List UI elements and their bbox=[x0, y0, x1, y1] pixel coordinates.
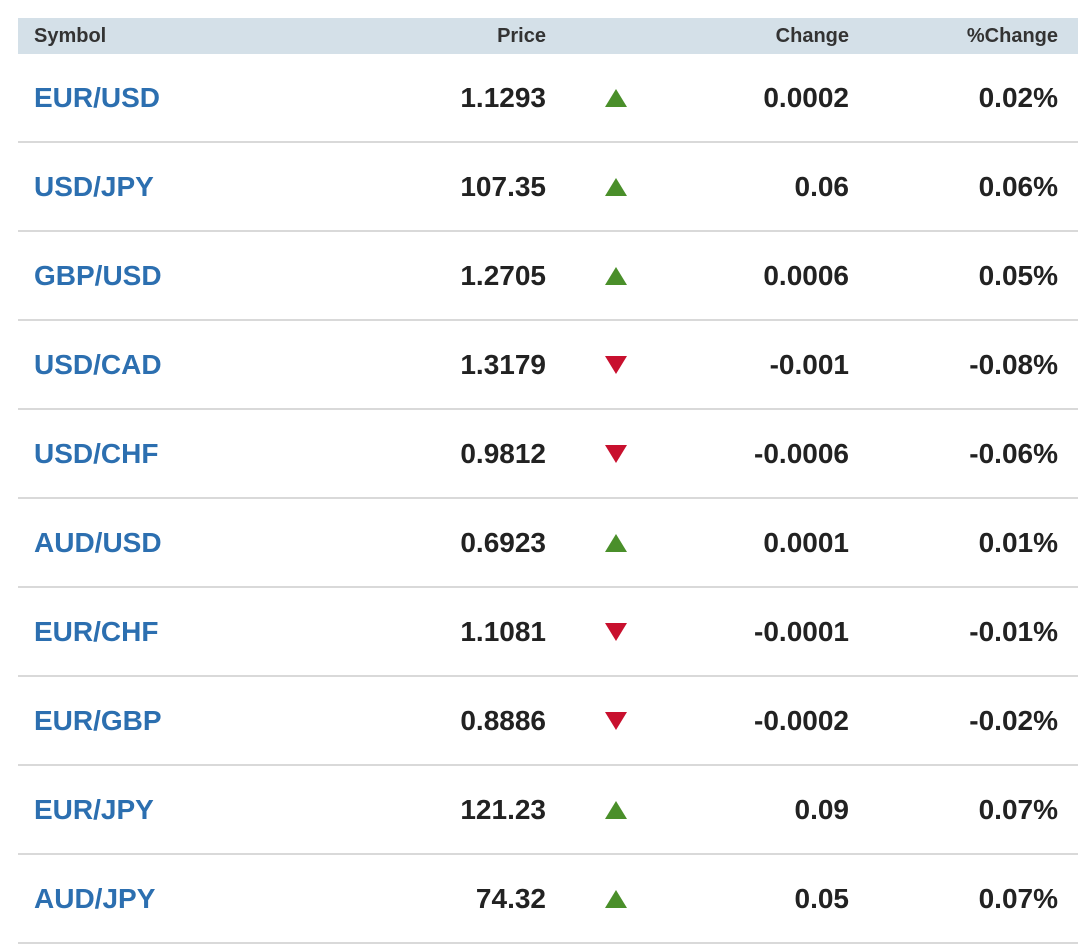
direction-cell bbox=[546, 705, 686, 737]
table-row: USD/JPY 107.35 0.06 0.06% bbox=[18, 143, 1078, 232]
pct-change-value: -0.02% bbox=[969, 704, 1058, 736]
pct-change-value: 0.01% bbox=[978, 526, 1058, 558]
direction-cell bbox=[546, 349, 686, 381]
symbol-link[interactable]: AUD/JPY bbox=[18, 883, 343, 915]
header-price[interactable]: Price bbox=[343, 25, 546, 48]
price-value: 74.32 bbox=[475, 882, 546, 914]
pct-change-value: 0.07% bbox=[978, 882, 1058, 914]
price-value: 1.1081 bbox=[460, 615, 546, 647]
currency-table: Symbol Price Change %Change EUR/USD 1.12… bbox=[18, 18, 1078, 944]
triangle-down-icon bbox=[605, 622, 627, 641]
table-row: USD/CAD 1.3179 -0.001 -0.08% bbox=[18, 321, 1078, 410]
direction-cell bbox=[546, 171, 686, 203]
price-value: 0.9812 bbox=[460, 437, 546, 469]
table-row: AUD/JPY 74.32 0.05 0.07% bbox=[18, 855, 1078, 944]
direction-cell bbox=[546, 438, 686, 470]
change-value: 0.06 bbox=[794, 170, 850, 202]
symbol-link[interactable]: USD/CHF bbox=[18, 438, 343, 470]
symbol-link[interactable]: GBP/USD bbox=[18, 260, 343, 292]
pct-change-value: -0.01% bbox=[969, 615, 1058, 647]
symbol-link[interactable]: EUR/JPY bbox=[18, 794, 343, 826]
table-row: EUR/GBP 0.8886 -0.0002 -0.02% bbox=[18, 677, 1078, 766]
price-value: 0.8886 bbox=[460, 704, 546, 736]
triangle-down-icon bbox=[605, 355, 627, 374]
table-row: GBP/USD 1.2705 0.0006 0.05% bbox=[18, 232, 1078, 321]
symbol-link[interactable]: EUR/USD bbox=[18, 82, 343, 114]
table-row: EUR/USD 1.1293 0.0002 0.02% bbox=[18, 54, 1078, 143]
change-value: 0.0006 bbox=[763, 259, 849, 291]
pct-change-value: -0.06% bbox=[969, 437, 1058, 469]
table-row: EUR/JPY 121.23 0.09 0.07% bbox=[18, 766, 1078, 855]
price-value: 1.2705 bbox=[460, 259, 546, 291]
pct-change-value: -0.08% bbox=[969, 348, 1058, 380]
table-row: EUR/CHF 1.1081 -0.0001 -0.01% bbox=[18, 588, 1078, 677]
triangle-down-icon bbox=[605, 711, 627, 730]
price-value: 107.35 bbox=[460, 170, 546, 202]
triangle-up-icon bbox=[605, 800, 627, 819]
symbol-link[interactable]: EUR/CHF bbox=[18, 616, 343, 648]
table-header: Symbol Price Change %Change bbox=[18, 18, 1078, 54]
header-symbol[interactable]: Symbol bbox=[18, 25, 343, 48]
triangle-up-icon bbox=[605, 889, 627, 908]
direction-cell bbox=[546, 883, 686, 915]
change-value: -0.0006 bbox=[754, 437, 849, 469]
change-value: -0.0001 bbox=[754, 615, 849, 647]
triangle-up-icon bbox=[605, 177, 627, 196]
change-value: 0.0001 bbox=[763, 526, 849, 558]
change-value: 0.09 bbox=[794, 793, 850, 825]
pct-change-value: 0.07% bbox=[978, 793, 1058, 825]
price-value: 0.6923 bbox=[460, 526, 546, 558]
price-value: 1.1293 bbox=[460, 81, 546, 113]
price-value: 1.3179 bbox=[460, 348, 546, 380]
direction-cell bbox=[546, 527, 686, 559]
pct-change-value: 0.05% bbox=[978, 259, 1058, 291]
price-value: 121.23 bbox=[460, 793, 546, 825]
symbol-link[interactable]: AUD/USD bbox=[18, 527, 343, 559]
pct-change-value: 0.06% bbox=[978, 170, 1058, 202]
table-row: AUD/USD 0.6923 0.0001 0.01% bbox=[18, 499, 1078, 588]
triangle-up-icon bbox=[605, 266, 627, 285]
triangle-up-icon bbox=[605, 88, 627, 107]
symbol-link[interactable]: EUR/GBP bbox=[18, 705, 343, 737]
change-value: 0.0002 bbox=[763, 81, 849, 113]
symbol-link[interactable]: USD/CAD bbox=[18, 349, 343, 381]
change-value: 0.05 bbox=[794, 882, 850, 914]
direction-cell bbox=[546, 794, 686, 826]
header-pct-change[interactable]: %Change bbox=[849, 25, 1058, 48]
header-change[interactable]: Change bbox=[686, 25, 849, 48]
table-row: USD/CHF 0.9812 -0.0006 -0.06% bbox=[18, 410, 1078, 499]
change-value: -0.001 bbox=[769, 348, 849, 380]
direction-cell bbox=[546, 82, 686, 114]
change-value: -0.0002 bbox=[754, 704, 849, 736]
direction-cell bbox=[546, 260, 686, 292]
pct-change-value: 0.02% bbox=[978, 81, 1058, 113]
triangle-up-icon bbox=[605, 533, 627, 552]
direction-cell bbox=[546, 616, 686, 648]
symbol-link[interactable]: USD/JPY bbox=[18, 171, 343, 203]
triangle-down-icon bbox=[605, 444, 627, 463]
